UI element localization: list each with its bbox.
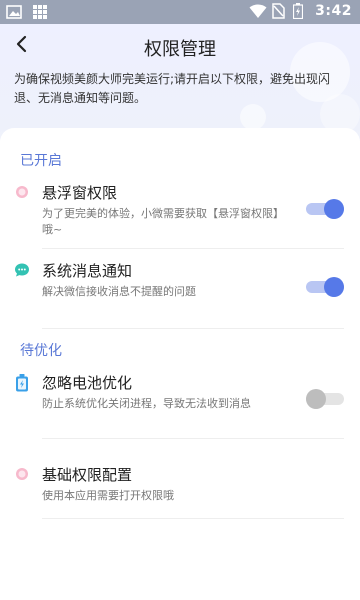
list-item-battery-optimization: 忽略电池优化 防止系统优化关闭进程，导致无法收到消息 [14, 372, 344, 439]
permissions-card: 已开启 悬浮窗权限 为了更完美的体验，小微需要获取【悬浮窗权限】哦~ 系统消息通… [0, 128, 360, 600]
system-notification-toggle[interactable] [306, 277, 344, 297]
no-sim-icon [271, 3, 287, 19]
list-item-system-notification: 系统消息通知 解决微信接收消息不提醒的问题 [14, 260, 344, 329]
status-time: 3:42 [315, 3, 352, 19]
item-description: 防止系统优化关闭进程，导致无法收到消息 [42, 397, 251, 410]
pink-dot-icon [14, 466, 30, 482]
item-description: 解决微信接收消息不提醒的问题 [42, 285, 196, 298]
battery-icon [293, 3, 309, 20]
intro-text: 为确保视频美颜大师完美运行;请开启以下权限，避免出现闪退、无消息通知等问题。 [14, 72, 331, 105]
image-icon [6, 4, 22, 20]
item-description: 使用本应用需要打开权限哦 [42, 489, 174, 502]
item-description: 为了更完美的体验，小微需要获取【悬浮窗权限】哦~ [42, 207, 279, 236]
navigation-bar: 权限管理 [0, 24, 360, 68]
status-bar: 3:42 [0, 0, 360, 24]
section-title-enabled: 已开启 [20, 153, 62, 169]
grid-icon [32, 4, 48, 20]
list-item-basic-permissions[interactable]: 基础权限配置 使用本应用需要打开权限哦 [14, 464, 344, 520]
pink-dot-icon [14, 184, 30, 200]
item-title: 系统消息通知 [42, 262, 133, 280]
item-title: 基础权限配置 [42, 466, 133, 484]
section-title-to-optimize: 待优化 [20, 343, 62, 359]
item-title: 忽略电池优化 [42, 374, 133, 392]
list-item-floating-window: 悬浮窗权限 为了更完美的体验，小微需要获取【悬浮窗权限】哦~ [14, 182, 344, 249]
item-title: 悬浮窗权限 [42, 184, 118, 202]
battery-optimization-toggle[interactable] [306, 389, 344, 409]
wifi-icon [249, 3, 267, 19]
floating-window-toggle[interactable] [306, 199, 344, 219]
page-title: 权限管理 [144, 39, 216, 60]
chat-bubble-icon [14, 262, 30, 278]
battery-icon [14, 374, 30, 392]
